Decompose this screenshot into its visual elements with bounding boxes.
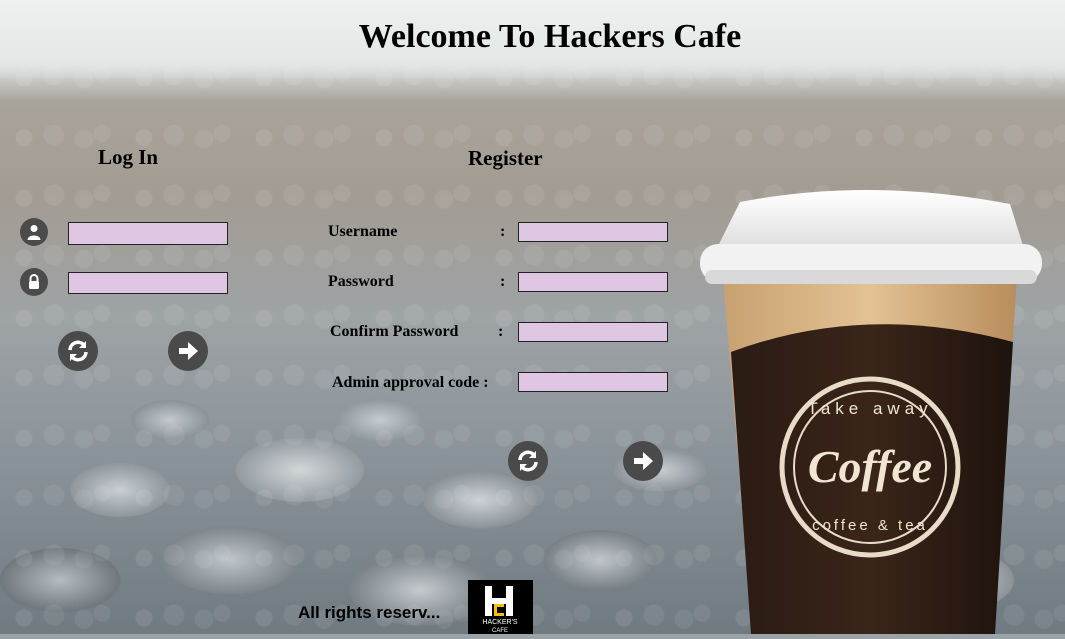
arrow-right-icon: [179, 342, 198, 360]
cup-brand-text: Coffee: [808, 441, 932, 492]
login-reset-button[interactable]: [58, 331, 98, 371]
register-reset-button[interactable]: [508, 441, 548, 481]
logo-line2: CAFE: [492, 628, 508, 634]
register-confirm-password-label: Confirm Password: [330, 323, 459, 340]
coffee-cup-image: Take away Coffee coffee & tea: [700, 189, 1042, 634]
register-confirm-password-colon: :: [498, 323, 504, 340]
register-confirm-password-input[interactable]: [518, 322, 668, 342]
login-submit-button[interactable]: [168, 331, 208, 371]
login-password-input[interactable]: [68, 272, 228, 294]
register-username-colon: :: [500, 223, 506, 240]
hackers-cafe-logo: HACKER'S CAFE: [468, 580, 533, 634]
register-password-label: Password: [328, 273, 394, 290]
lock-icon: [20, 268, 48, 296]
register-submit-button[interactable]: [623, 441, 663, 481]
register-password-input[interactable]: [518, 272, 668, 292]
footer-copyright: All rights reserv...: [298, 603, 441, 622]
arrow-right-icon: [634, 452, 653, 470]
refresh-icon: [68, 340, 88, 362]
refresh-icon: [518, 450, 538, 472]
cup-bottom-text: coffee & tea: [812, 517, 928, 534]
login-username-input[interactable]: [68, 222, 228, 245]
register-admin-code-label: Admin approval code :: [332, 374, 489, 391]
register-title: Register: [468, 146, 543, 170]
logo-line1: HACKER'S: [482, 619, 518, 626]
register-admin-code-input[interactable]: [518, 372, 668, 392]
register-username-input[interactable]: [518, 222, 668, 242]
register-username-label: Username: [328, 223, 398, 240]
register-password-colon: :: [500, 273, 506, 290]
login-title: Log In: [98, 145, 159, 169]
user-icon: [20, 218, 48, 246]
page-title: Welcome To Hackers Cafe: [358, 18, 742, 55]
cup-top-text: Take away: [807, 399, 932, 418]
